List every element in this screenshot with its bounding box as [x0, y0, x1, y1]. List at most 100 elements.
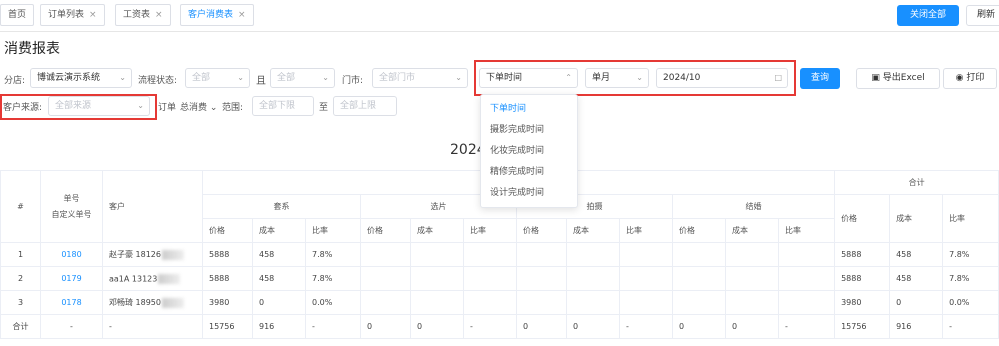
data-cell: 458 — [252, 242, 306, 267]
page-title: 消费报表 — [4, 41, 60, 57]
order-label: 订单 — [158, 103, 177, 113]
dropdown-option[interactable]: 精修完成时间 — [481, 162, 577, 183]
data-cell: 0 — [252, 290, 306, 315]
tab-home[interactable]: 首页 — [0, 4, 35, 26]
sum-cell: 0 — [725, 314, 779, 339]
close-icon[interactable]: × — [155, 10, 163, 20]
col-total-header: 合计 — [834, 170, 999, 195]
sub-header: 成本 — [252, 218, 306, 243]
chevron-down-icon: ⌄ — [322, 73, 329, 82]
tab-label: 工资表 — [123, 10, 151, 20]
total-cell: 3980 — [834, 290, 891, 315]
sum-label: 合计 — [0, 314, 41, 339]
order-no-cell: 0178 — [40, 290, 103, 315]
total-consumption-select[interactable]: 总消费 ⌄ — [180, 100, 217, 113]
data-cell — [619, 290, 673, 315]
tab-label: 客户消费表 — [188, 10, 234, 20]
branch-label: 分店: — [4, 76, 26, 86]
store-label: 门市: — [342, 76, 364, 86]
query-button[interactable]: 查询 — [800, 68, 840, 89]
data-cell — [725, 266, 779, 291]
printer-icon: ◉ — [955, 73, 964, 83]
sum-cell: - — [463, 314, 517, 339]
flow-status-select[interactable]: 全部 ⌄ — [185, 68, 250, 88]
data-cell — [566, 242, 620, 267]
total-cell: 0 — [889, 290, 944, 315]
order-no-link[interactable]: 0180 — [61, 250, 81, 259]
sub-header: 价格 — [516, 218, 567, 243]
print-label: 打印 — [966, 73, 985, 83]
customer-name: aa1A 13123 — [109, 274, 158, 283]
highlight-box-time-filter — [474, 60, 796, 96]
chevron-down-icon: ⌄ — [209, 103, 218, 113]
print-button[interactable]: ◉ 打印 — [943, 68, 997, 89]
data-cell — [672, 266, 726, 291]
customer-name: 邓畅琦 18950 — [109, 298, 161, 307]
data-cell — [725, 242, 779, 267]
order-no-link[interactable]: 0179 — [61, 274, 81, 283]
sum-order-no: - — [40, 314, 103, 339]
range-max-input[interactable]: 全部上限 — [333, 96, 397, 116]
customer-cell: 邓畅琦 18950 — [102, 290, 203, 315]
sum-cell: 0 — [672, 314, 726, 339]
total-cell: 5888 — [834, 266, 891, 291]
sub-header: 比率 — [619, 218, 673, 243]
redacted-phone — [162, 249, 184, 260]
data-cell — [410, 266, 464, 291]
dropdown-option[interactable]: 设计完成时间 — [481, 183, 577, 204]
data-cell: 0.0% — [305, 290, 361, 315]
tab-salary[interactable]: 工资表 × — [115, 4, 171, 26]
table-row: 2 0179 aa1A 13123 5888 458 7.8% 5888 458 7.8% — [0, 266, 999, 291]
export-icon: ▣ — [871, 73, 880, 83]
sum-total-cell: 15756 — [834, 314, 891, 339]
export-excel-button[interactable]: ▣ 导出Excel — [856, 68, 940, 89]
data-cell — [410, 290, 464, 315]
chevron-down-icon: ⌄ — [119, 73, 126, 82]
order-no-cell: 0180 — [40, 242, 103, 267]
data-cell — [516, 242, 567, 267]
data-cell — [516, 290, 567, 315]
sub-header: 价格 — [360, 218, 411, 243]
flow-status-label: 流程状态: — [138, 76, 178, 86]
sub-header: 比率 — [305, 218, 361, 243]
order-no-link[interactable]: 0178 — [61, 298, 81, 307]
flow-status-value-2: 全部 — [277, 73, 296, 83]
total-cost-header: 成本 — [889, 194, 944, 243]
store-select[interactable]: 全部门市 ⌄ — [372, 68, 468, 88]
total-cell: 0.0% — [942, 290, 999, 315]
data-cell: 7.8% — [305, 266, 361, 291]
sub-header: 成本 — [566, 218, 620, 243]
sum-row: 合计 - -15756 916-0 0-0 0-0 0-15756 916- — [0, 314, 999, 339]
range-min-input[interactable]: 全部下限 — [252, 96, 314, 116]
customer-cell: aa1A 13123 — [102, 266, 203, 291]
dropdown-option[interactable]: 摄影完成时间 — [481, 120, 577, 141]
sub-header: 比率 — [777, 218, 836, 243]
dropdown-option[interactable]: 化妆完成时间 — [481, 141, 577, 162]
data-cell: 7.8% — [305, 242, 361, 267]
table-row: 3 0178 邓畅琦 18950 3980 0 0.0% 3980 0 0.0% — [0, 290, 999, 315]
range-to-label: 至 — [319, 103, 329, 113]
group-header: 套系 — [202, 194, 361, 219]
data-cell — [725, 290, 779, 315]
total-cell: 7.8% — [942, 266, 999, 291]
total-cell: 458 — [889, 242, 944, 267]
customer-cell: 赵子豪 18126 — [102, 242, 203, 267]
sub-header: 成本 — [410, 218, 464, 243]
refresh-button[interactable]: 刷新 — [966, 5, 999, 26]
chevron-down-icon: ⌄ — [237, 73, 244, 82]
sub-header: 比率 — [463, 218, 517, 243]
tab-order-list[interactable]: 订单列表 × — [40, 4, 105, 26]
dropdown-option[interactable]: 下单时间 — [481, 99, 577, 120]
flow-status-select-2[interactable]: 全部 ⌄ — [270, 68, 335, 88]
tab-customer-consumption[interactable]: 客户消费表 × — [180, 4, 254, 26]
data-cell — [672, 242, 726, 267]
data-cell — [516, 266, 567, 291]
sum-cell: - — [777, 314, 836, 339]
branch-select[interactable]: 博诚云演示系统 ⌄ — [30, 68, 132, 88]
close-icon[interactable]: × — [89, 10, 97, 20]
close-all-button[interactable]: 关闭全部 — [897, 5, 959, 26]
chevron-down-icon: ⌄ — [455, 73, 462, 82]
close-icon[interactable]: × — [238, 10, 246, 20]
sum-cell: 15756 — [202, 314, 253, 339]
sum-cell: - — [619, 314, 673, 339]
